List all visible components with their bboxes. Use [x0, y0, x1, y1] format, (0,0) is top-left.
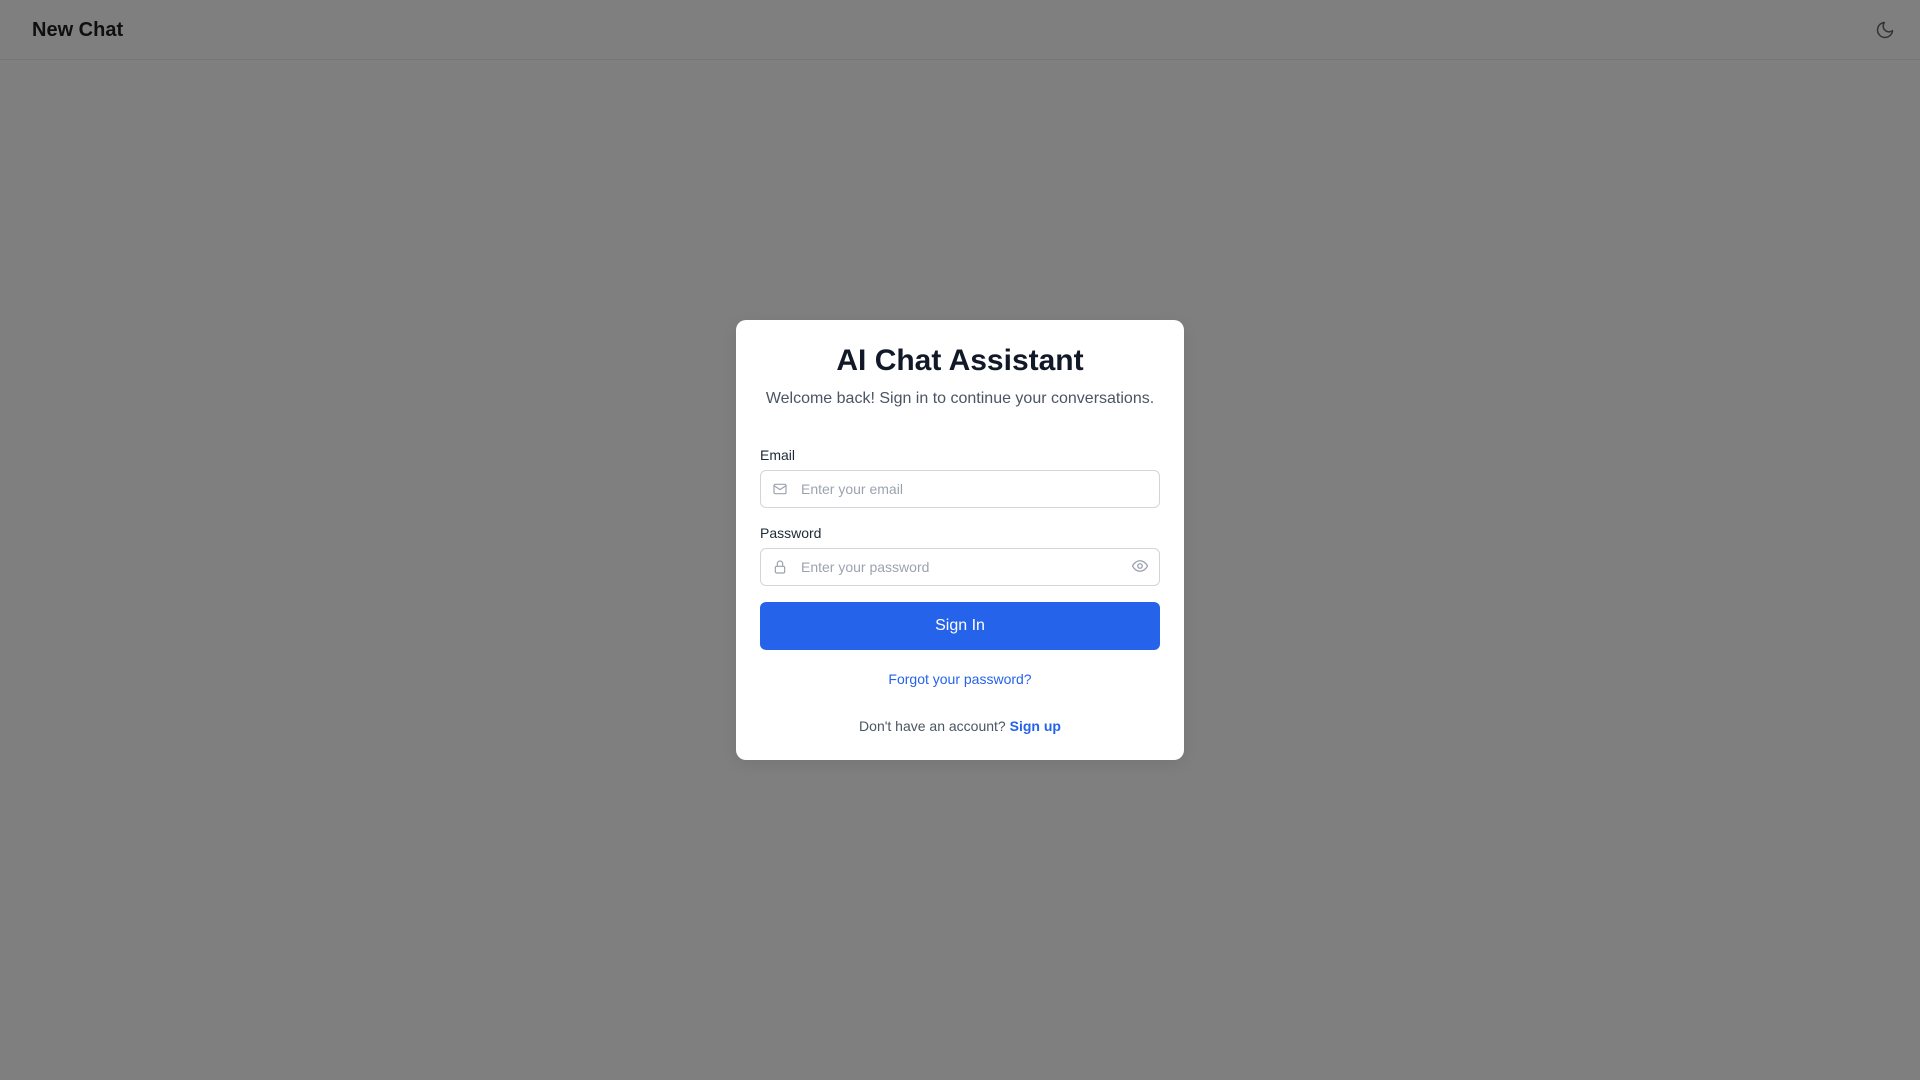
sign-in-button[interactable]: Sign In	[760, 602, 1160, 650]
moon-icon	[1876, 21, 1894, 39]
login-card: AI Chat Assistant Welcome back! Sign in …	[736, 320, 1184, 760]
eye-icon[interactable]	[1131, 557, 1149, 575]
forgot-password-row: Forgot your password?	[736, 670, 1184, 688]
theme-toggle-button[interactable]	[1873, 18, 1897, 42]
signup-prompt: Don't have an account?	[859, 718, 1010, 734]
lock-icon	[774, 560, 786, 574]
password-field[interactable]	[760, 548, 1160, 586]
password-label: Password	[760, 525, 822, 541]
page-title: New Chat	[32, 19, 124, 41]
sign-up-link[interactable]: Sign up	[1010, 718, 1061, 734]
login-title: AI Chat Assistant	[836, 344, 1084, 377]
email-input[interactable]	[801, 471, 1121, 507]
forgot-password-link[interactable]: Forgot your password?	[888, 671, 1031, 687]
email-label: Email	[760, 447, 796, 463]
login-subtitle: Welcome back! Sign in to continue your c…	[765, 390, 1155, 407]
email-field[interactable]	[760, 470, 1160, 508]
signup-row: Don't have an account? Sign up	[736, 717, 1184, 735]
mail-icon	[773, 483, 787, 495]
password-input[interactable]	[801, 549, 1121, 585]
top-bar: New Chat	[0, 0, 1920, 60]
